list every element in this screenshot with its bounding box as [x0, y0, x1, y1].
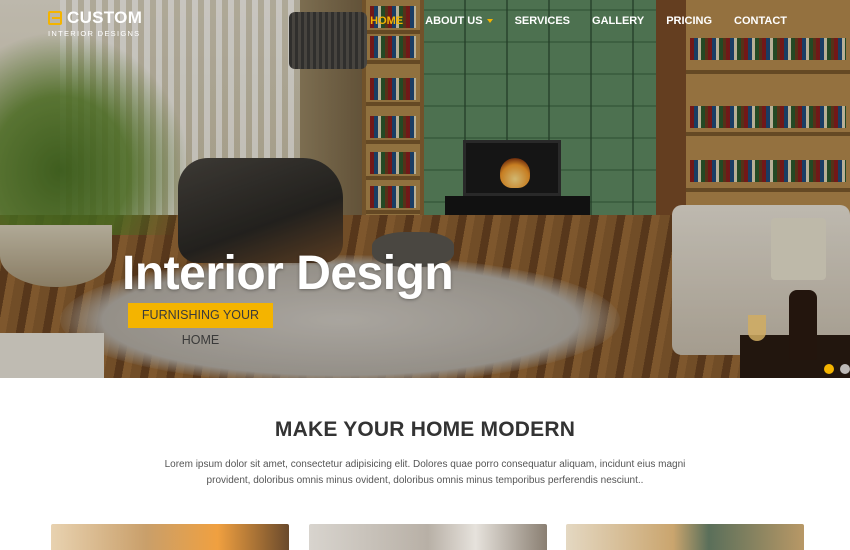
site-logo[interactable]: CUSTOM INTERIOR DESIGNS — [48, 8, 142, 38]
furnishing-button[interactable]: FURNISHING YOUR HOME — [128, 303, 273, 347]
slider-dots — [824, 364, 850, 374]
section-title: MAKE YOUR HOME MODERN — [274, 418, 576, 441]
slider-dot-1[interactable] — [824, 364, 834, 374]
main-nav: HOME ABOUT US SERVICES GALLERY PRICING C… — [359, 14, 798, 28]
nav-item-services[interactable]: SERVICES — [504, 14, 581, 28]
slider-dot-2[interactable] — [840, 364, 850, 374]
hero-title: Interior Design — [122, 247, 454, 300]
nav-item-home[interactable]: HOME — [359, 14, 414, 28]
logo-name: CUSTOM — [67, 8, 143, 27]
gallery-card-1[interactable] — [51, 524, 289, 550]
sign-in-icon — [48, 11, 62, 25]
nav-item-about-us[interactable]: ABOUT US — [414, 14, 503, 28]
caret-down-icon — [486, 19, 493, 24]
hero-slider: CUSTOM INTERIOR DESIGNS HOME ABOUT US SE… — [0, 0, 850, 378]
logo-tagline: INTERIOR DESIGNS — [48, 29, 141, 38]
section-text: Lorem ipsum dolor sit amet, consectetur … — [164, 459, 686, 486]
gallery-card-2[interactable] — [309, 524, 547, 550]
gallery-card-3[interactable] — [566, 524, 804, 550]
nav-item-gallery[interactable]: GALLERY — [581, 14, 655, 28]
nav-item-label: ABOUT US — [425, 15, 483, 27]
nav-item-pricing[interactable]: PRICING — [655, 14, 723, 28]
nav-item-contact[interactable]: CONTACT — [723, 14, 798, 28]
